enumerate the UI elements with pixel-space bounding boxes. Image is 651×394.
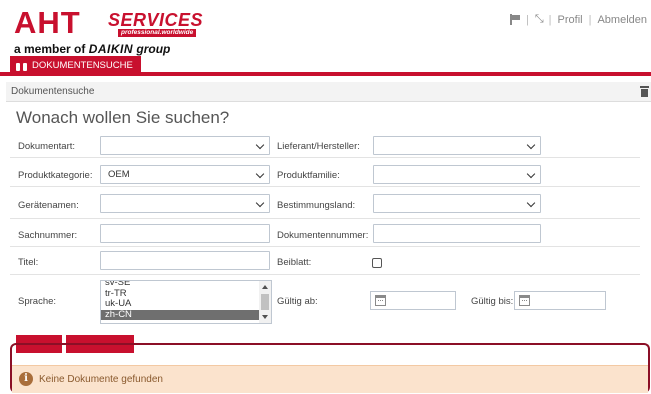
scroll-down-arrow-icon[interactable]	[262, 315, 268, 319]
panel-title: Dokumentensuche	[11, 86, 95, 97]
logo-services-text: SERVICES	[108, 10, 204, 30]
page-heading: Wonach wollen Sie suchen?	[16, 108, 230, 127]
calendar-icon[interactable]	[519, 295, 530, 306]
scroll-thumb[interactable]	[261, 294, 269, 310]
dokumentart-label: Dokumentart:	[18, 141, 76, 152]
logo-member-prefix: a member of	[14, 42, 86, 56]
binoculars-icon	[16, 61, 27, 71]
geraetenamen-select[interactable]	[100, 194, 270, 213]
produktfamilie-select[interactable]	[373, 165, 541, 184]
logo-tagline: professional.worldwide	[118, 29, 197, 37]
dokumentart-select[interactable]	[100, 136, 270, 155]
listbox-scrollbar[interactable]	[259, 281, 271, 323]
panel-header: Dokumentensuche	[6, 82, 651, 102]
logo-daikin: DAIKIN	[88, 42, 134, 56]
expand-icon[interactable]: ⤡	[535, 13, 544, 26]
flag-icon[interactable]	[510, 14, 520, 25]
lieferant-select[interactable]	[373, 136, 541, 155]
bestimmungsland-label: Bestimmungsland:	[277, 200, 356, 211]
sprache-listbox[interactable]: sv-SE tr-TR uk-UA zh-CN	[100, 280, 272, 324]
gueltig-ab-label: Gültig ab:	[277, 296, 318, 307]
logout-link[interactable]: Abmelden	[597, 14, 647, 26]
beiblatt-label: Beiblatt:	[277, 257, 312, 268]
aht-logo[interactable]: AHT SERVICES professional.worldwide a me…	[14, 5, 214, 56]
trash-icon[interactable]	[640, 86, 649, 97]
sprache-label: Sprache:	[18, 296, 57, 307]
sprache-option-selected[interactable]: zh-CN	[101, 309, 261, 320]
tab-dokumentensuche[interactable]: DOKUMENTENSUCHE	[10, 56, 141, 76]
tab-label: DOKUMENTENSUCHE	[32, 60, 133, 71]
sachnummer-input[interactable]	[100, 224, 270, 243]
gueltig-ab-date-input[interactable]	[370, 291, 456, 310]
gueltig-bis-label: Gültig bis:	[471, 296, 514, 307]
logo-group: group	[136, 42, 171, 56]
produktfamilie-label: Produktfamilie:	[277, 170, 340, 181]
beiblatt-checkbox[interactable]	[372, 258, 382, 268]
profile-link[interactable]: Profil	[558, 14, 583, 26]
sprache-options: sv-SE tr-TR uk-UA zh-CN	[101, 281, 261, 320]
no-results-alert: i Keine Dokumente gefunden	[12, 365, 648, 393]
top-nav: | ⤡ | Profil | Abmelden	[510, 13, 647, 26]
sprache-option[interactable]: uk-UA	[101, 298, 261, 310]
sachnummer-label: Sachnummer:	[18, 230, 78, 241]
logo-aht-text: AHT	[14, 5, 81, 40]
gueltig-bis-date-input[interactable]	[514, 291, 606, 310]
info-icon: i	[19, 372, 33, 386]
bestimmungsland-select[interactable]	[373, 194, 541, 213]
nav-separator: |	[526, 13, 529, 26]
nav-separator: |	[588, 13, 592, 26]
no-results-text: Keine Dokumente gefunden	[39, 374, 163, 385]
dokumentennummer-label: Dokumentennummer:	[277, 230, 369, 241]
calendar-icon[interactable]	[375, 295, 386, 306]
geraetenamen-label: Gerätenamen:	[18, 200, 79, 211]
produktkategorie-label: Produktkategorie:	[18, 170, 93, 181]
logo-member-line: a member of DAIKIN group	[14, 42, 170, 56]
dokumentennummer-input[interactable]	[373, 224, 541, 243]
scroll-up-arrow-icon[interactable]	[262, 285, 268, 289]
titel-label: Titel:	[18, 257, 39, 268]
titel-input[interactable]	[100, 251, 270, 270]
main-tab-bar: DOKUMENTENSUCHE	[0, 56, 651, 76]
produktkategorie-select[interactable]: OEM	[100, 165, 270, 184]
lieferant-label: Lieferant/Hersteller:	[277, 141, 360, 152]
nav-separator: |	[548, 13, 552, 26]
